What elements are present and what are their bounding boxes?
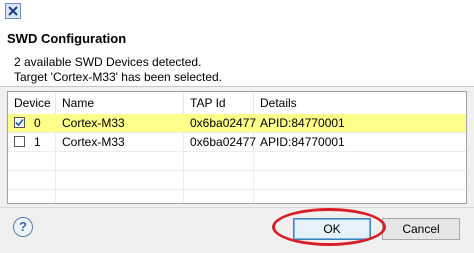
title-bar <box>0 0 474 22</box>
device-table: ⌄ Device Name TAP Id Details 0 Cortex-M3… <box>7 91 467 204</box>
help-icon[interactable]: ? <box>13 217 33 237</box>
status-message-target: Target 'Cortex-M33' has been selected. <box>14 70 223 84</box>
cell-details: APID:84770001 <box>260 116 345 130</box>
cell-device: 0 <box>34 116 41 130</box>
checkmark-icon <box>15 118 24 127</box>
device-1-checkbox[interactable] <box>14 136 25 147</box>
status-message-devices: 2 available SWD Devices detected. <box>14 55 202 69</box>
table-row-device-0[interactable]: 0 Cortex-M33 0x6ba02477 APID:84770001 <box>8 114 466 133</box>
table-row-empty <box>8 152 466 171</box>
cell-tap-id: 0x6ba02477 <box>190 135 257 149</box>
cell-name: Cortex-M33 <box>62 135 125 149</box>
table-row-device-1[interactable]: 1 Cortex-M33 0x6ba02477 APID:84770001 <box>8 133 466 152</box>
dialog-title: SWD Configuration <box>7 31 127 46</box>
cancel-button[interactable]: Cancel <box>382 218 460 240</box>
cell-details: APID:84770001 <box>260 135 345 149</box>
column-header-name[interactable]: Name <box>56 92 184 114</box>
app-x-icon <box>5 3 21 19</box>
device-0-checkbox[interactable] <box>14 117 25 128</box>
cell-tap-id: 0x6ba02477 <box>190 116 257 130</box>
column-header-tap-id[interactable]: TAP Id <box>184 92 254 114</box>
cell-name: Cortex-M33 <box>62 116 125 130</box>
table-header: ⌄ Device Name TAP Id Details <box>8 92 466 115</box>
footer-divider <box>0 207 474 208</box>
column-header-device[interactable]: ⌄ Device <box>8 92 56 114</box>
ok-button-annotation-oval <box>272 208 386 246</box>
dialog-header: SWD Configuration 2 available SWD Device… <box>0 22 474 87</box>
table-row-empty <box>8 171 466 190</box>
cell-device: 1 <box>34 135 41 149</box>
column-header-details[interactable]: Details <box>254 92 466 114</box>
sort-caret-icon: ⌄ <box>28 95 35 104</box>
